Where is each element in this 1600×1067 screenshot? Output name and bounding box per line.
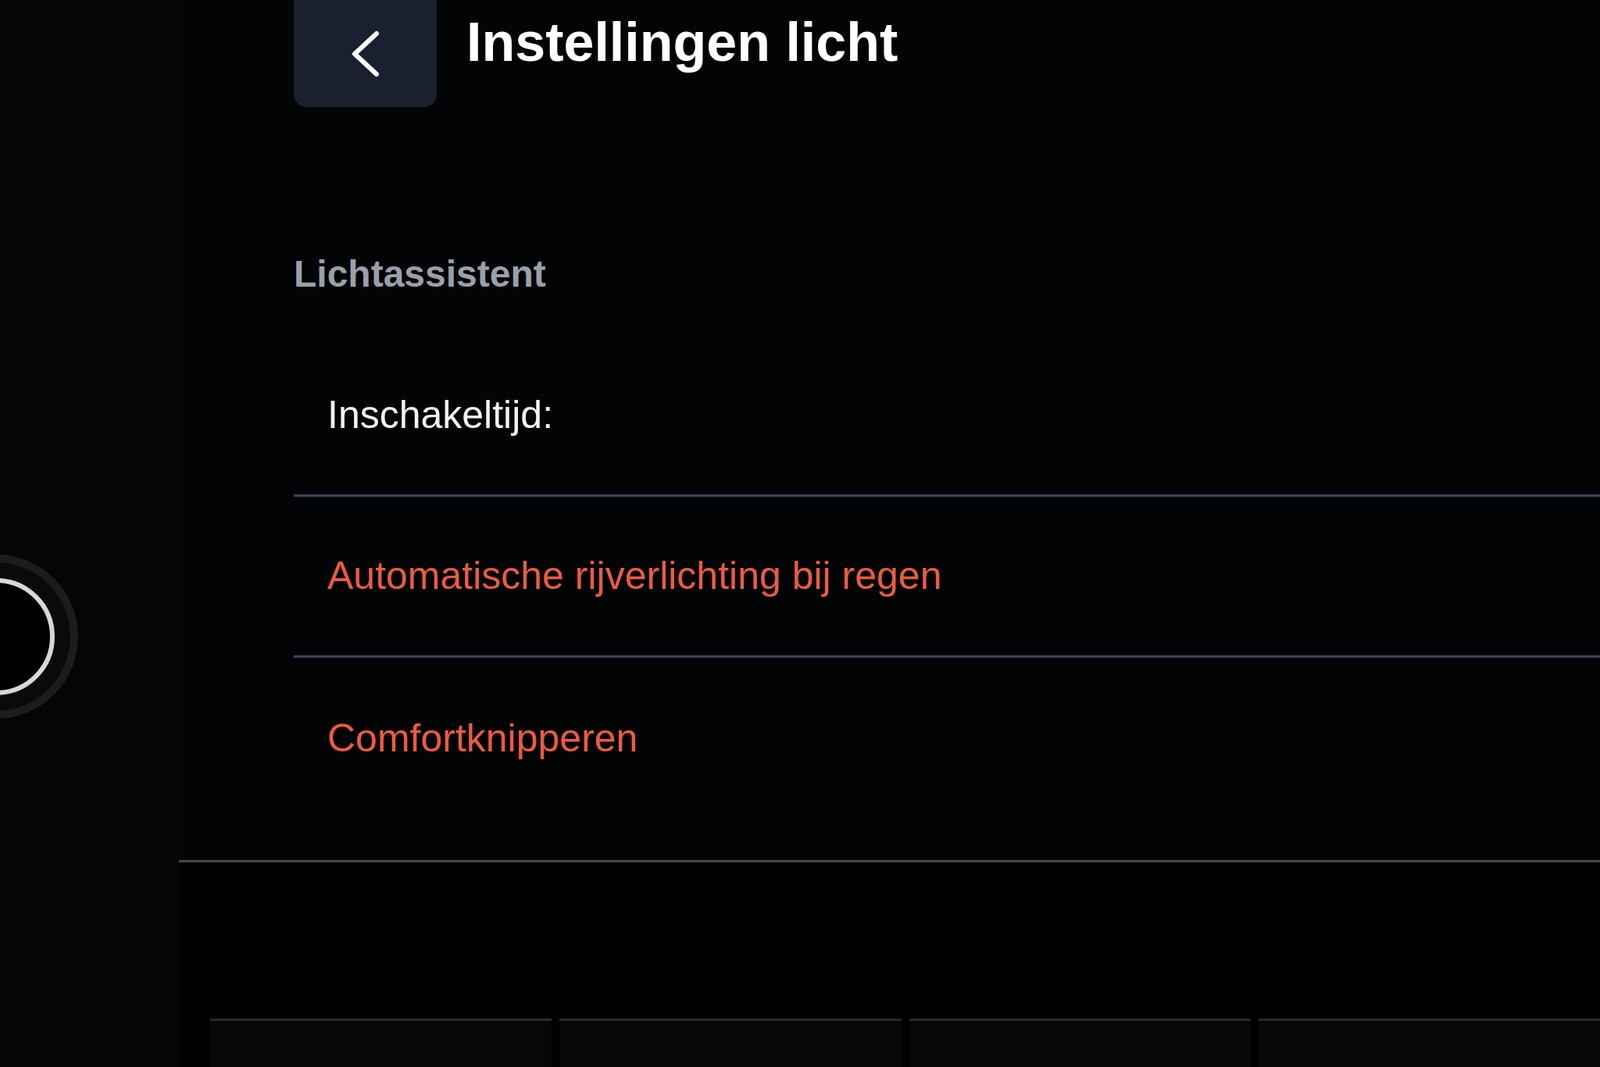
settings-item[interactable]: Automatische rijverlichting bij regen xyxy=(293,496,1600,658)
back-button[interactable] xyxy=(293,0,437,108)
settings-item[interactable]: Comfortknipperen xyxy=(293,657,1600,819)
hard-button[interactable] xyxy=(210,1018,552,1067)
volume-knob[interactable] xyxy=(0,554,79,719)
settings-item-label: Inschakeltijd: xyxy=(327,390,554,440)
hard-button[interactable] xyxy=(1258,1018,1600,1067)
settings-item-label: Automatische rijverlichting bij regen xyxy=(327,551,942,601)
knob-ring-icon xyxy=(0,578,55,696)
header-bar: Instellingen licht xyxy=(293,0,1600,108)
hard-button[interactable] xyxy=(559,1018,901,1067)
hard-button-bar xyxy=(178,862,1600,1067)
screen-title: Instellingen licht xyxy=(466,14,898,93)
back-arrow-icon xyxy=(348,28,383,79)
settings-item[interactable]: Inschakeltijd: xyxy=(293,335,1600,497)
screen: Instellingen licht Lichtassistent Inschake… xyxy=(178,0,1600,863)
settings-list: Inschakeltijd: Automatische rijverlichtin… xyxy=(293,335,1600,819)
hard-button[interactable] xyxy=(909,1018,1251,1067)
bezel xyxy=(0,0,179,1067)
display: Instellingen licht Lichtassistent Inschake… xyxy=(178,0,1600,1067)
section-header: Lichtassistent xyxy=(293,107,1600,293)
settings-item-label: Comfortknipperen xyxy=(327,714,638,764)
